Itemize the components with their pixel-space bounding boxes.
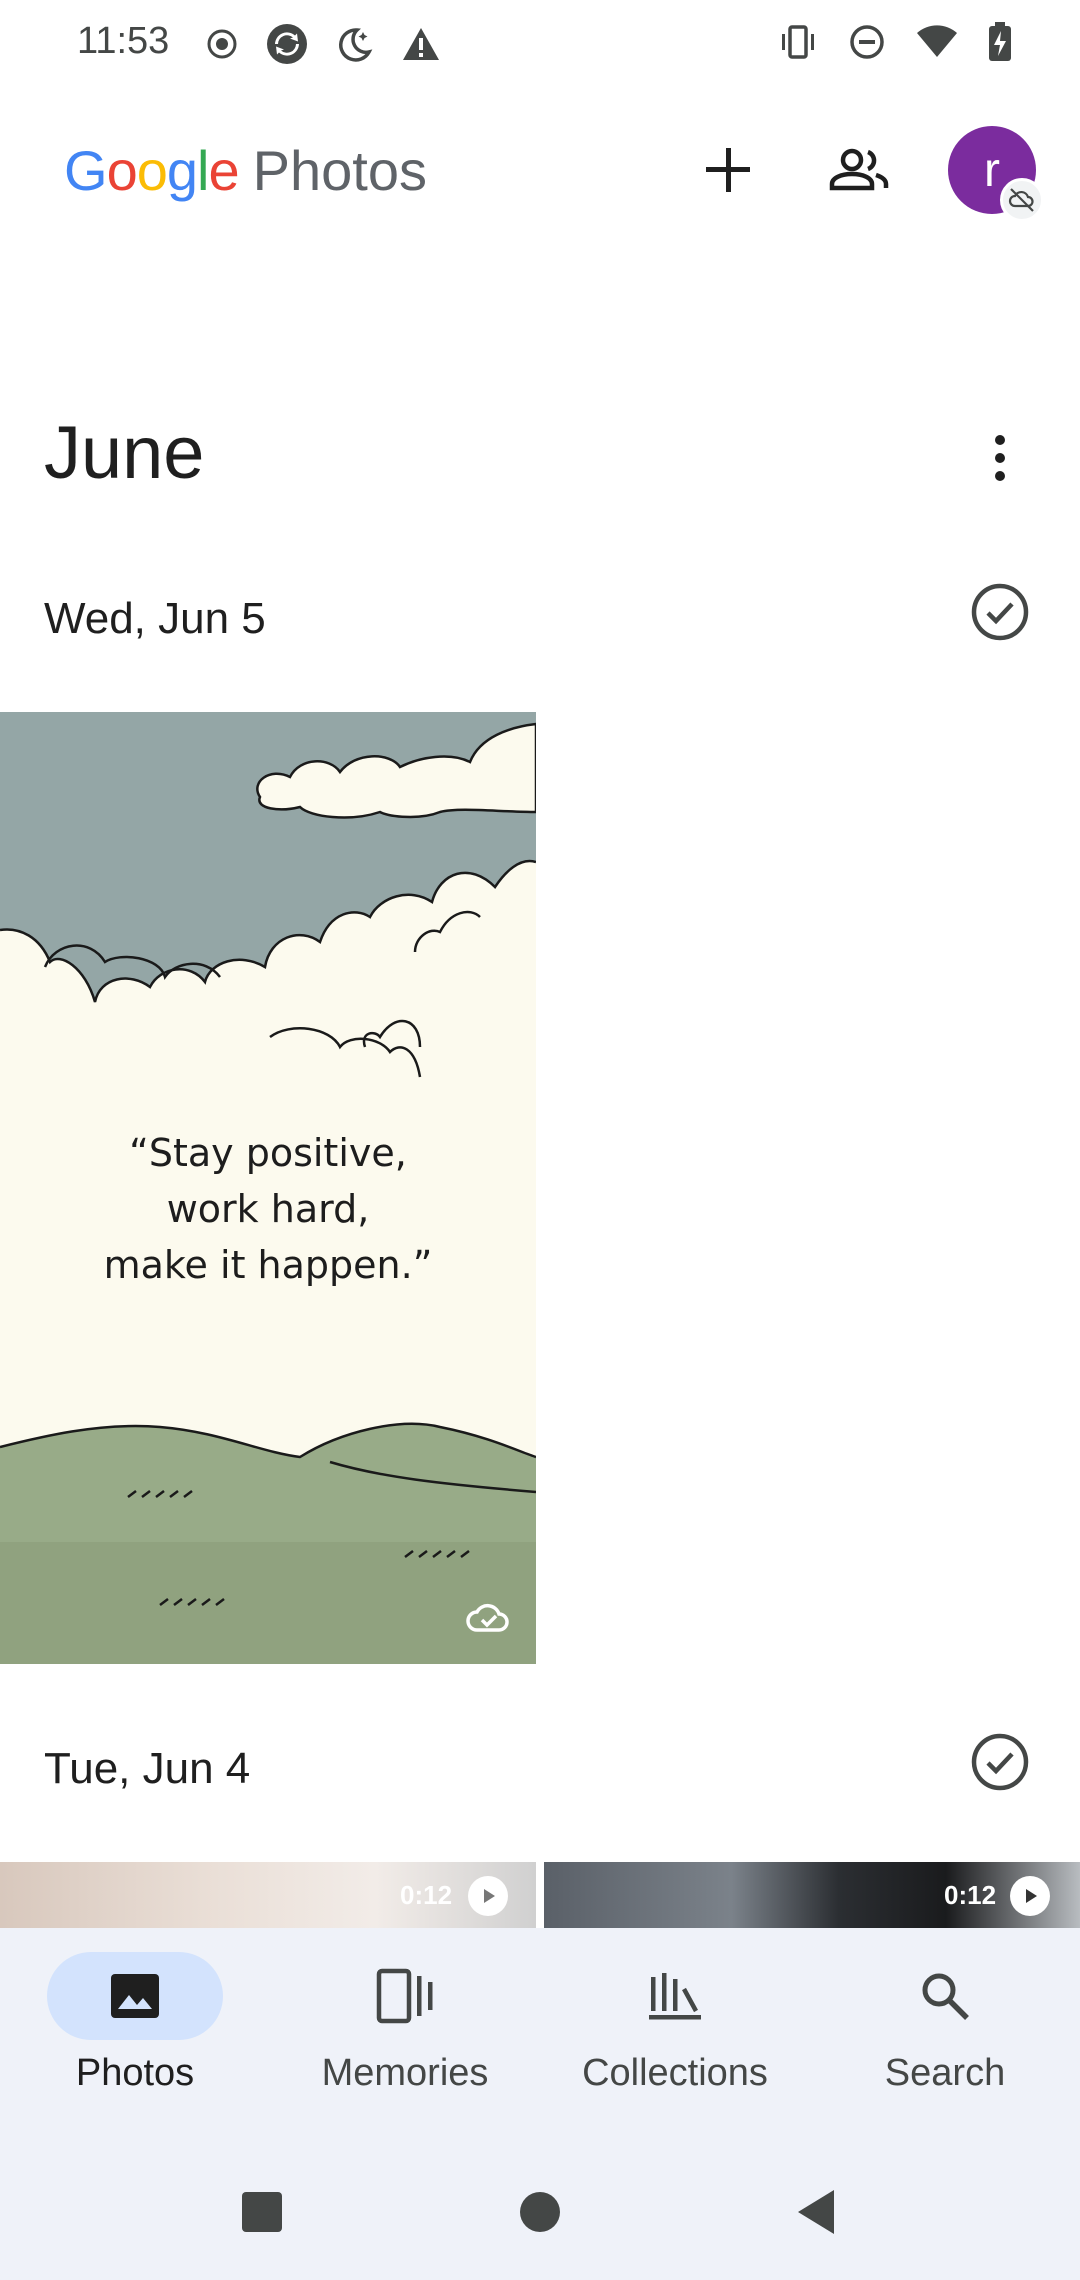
google-photos-logo: Google Photos [64, 138, 427, 203]
check-circle-icon [971, 583, 1029, 641]
nav-label: Memories [321, 2052, 489, 2094]
check-circle-icon [971, 1733, 1029, 1791]
logo-photos-text: Photos [252, 139, 427, 202]
logo-google-wordmark: Google [64, 139, 240, 202]
recents-icon[interactable] [232, 2182, 292, 2242]
sharing-button[interactable] [820, 134, 900, 210]
nav-label: Search [884, 2052, 1006, 2094]
record-icon [205, 27, 239, 61]
bottom-navigation: Photos Memories Collections Search [0, 1928, 1080, 2144]
photo-icon [105, 1966, 165, 2026]
video-duration: 0:12 [400, 1880, 453, 1910]
back-icon[interactable] [786, 2182, 846, 2242]
backup-off-icon [1000, 178, 1044, 222]
date-label: Tue, Jun 4 [44, 1744, 251, 1793]
status-left-icons [205, 22, 441, 66]
video-thumbnail[interactable]: 0:12 [0, 1862, 536, 1928]
date-header: Tue, Jun 4 [0, 1730, 1080, 1810]
quote-line: work hard, [166, 1187, 370, 1231]
nav-item-collections[interactable]: Collections [540, 1928, 810, 2144]
home-icon[interactable] [510, 2182, 570, 2242]
nav-label: Photos [75, 2052, 195, 2094]
sync-icon [265, 22, 309, 66]
play-icon [468, 1876, 508, 1916]
more-vert-icon [992, 434, 1008, 487]
date-header: Wed, Jun 5 [0, 580, 1080, 660]
search-icon [915, 1966, 975, 2026]
select-date-checkbox[interactable] [968, 580, 1032, 644]
add-button[interactable] [690, 134, 766, 210]
nav-item-search[interactable]: Search [810, 1928, 1080, 2144]
memories-icon [375, 1966, 435, 2026]
nav-item-photos[interactable]: Photos [0, 1928, 270, 2144]
select-date-checkbox[interactable] [968, 1730, 1032, 1794]
nav-item-memories[interactable]: Memories [270, 1928, 540, 2144]
date-label: Wed, Jun 5 [44, 594, 266, 643]
system-navigation-bar [0, 2144, 1080, 2280]
cloud-done-icon [466, 1600, 512, 1639]
vibrate-icon [778, 24, 818, 60]
status-bar: 11:53 [0, 0, 1080, 88]
battery-charging-icon [988, 22, 1012, 62]
night-mode-icon [335, 24, 375, 64]
do-not-disturb-icon [848, 23, 886, 61]
video-duration: 0:12 [944, 1880, 997, 1910]
status-time: 11:53 [77, 20, 170, 62]
app-bar: Google Photos r [0, 110, 1080, 230]
wifi-icon [916, 25, 958, 59]
quote-text: “Stay positive, work hard, make it happe… [0, 1125, 536, 1293]
play-icon [1010, 1876, 1050, 1916]
people-icon [828, 148, 892, 197]
quote-line: make it happen.” [103, 1243, 433, 1287]
nav-label: Collections [582, 2052, 768, 2094]
warning-icon [401, 26, 441, 62]
month-title: June [44, 411, 205, 494]
collections-icon [645, 1966, 705, 2026]
status-right-icons [778, 22, 1012, 62]
month-menu-button[interactable] [975, 425, 1025, 495]
quote-line: “Stay positive, [129, 1131, 407, 1175]
video-thumbnail[interactable]: 0:12 [544, 1862, 1080, 1928]
plus-icon [704, 146, 752, 199]
